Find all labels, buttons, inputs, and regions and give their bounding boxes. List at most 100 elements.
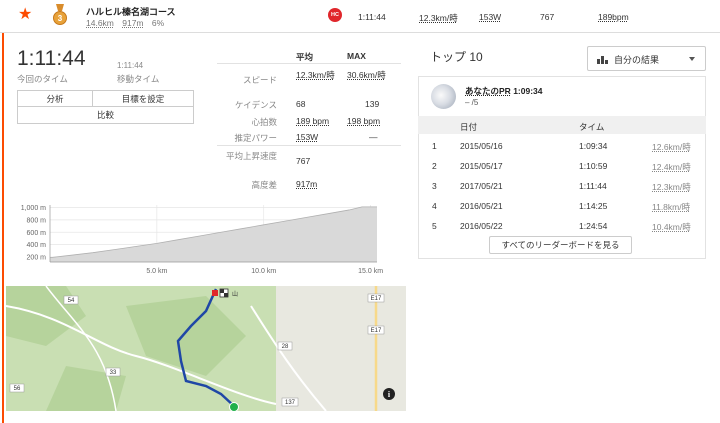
stats-label-heartrate: 心拍数 <box>251 117 277 127</box>
header-speed: 12.3km/時 <box>419 13 458 23</box>
stats-max-heartrate: 198 bpm <box>347 116 381 126</box>
speed-cell: 12.3km/時 <box>652 182 691 192</box>
stats-label-cadence: ケイデンス <box>234 100 277 110</box>
pr-rank: – /5 <box>465 98 479 107</box>
stats-max-power: — <box>369 132 378 142</box>
table-row[interactable]: 2 2015/05/17 1:10:59 12.4km/時 <box>418 156 706 176</box>
x-tick-label: 15.0 km <box>358 268 383 275</box>
segment-name[interactable]: ハルヒル榛名湖コース <box>86 5 176 18</box>
stats-avg-cadence: 68 <box>296 99 306 109</box>
stats-avg-header: 平均 <box>296 52 314 62</box>
segment-distance: 14.6km <box>86 18 114 28</box>
column-header-date: 日付 <box>460 122 478 132</box>
elevation-chart: 1,000 m 800 m 600 m 400 m 200 m 5.0 km 10.0 km… <box>21 205 384 275</box>
time-cell: 1:09:34 <box>579 141 608 151</box>
stats-avg-vam: 767 <box>296 156 311 166</box>
speed-cell: 11.8km/時 <box>652 202 691 212</box>
active-row-marker <box>2 33 4 423</box>
road-label-33: 33 <box>110 370 117 376</box>
x-tick-label: 5.0 km <box>146 268 167 275</box>
date-cell[interactable]: 2016/05/21 <box>460 201 503 211</box>
leaderboard-table-header: 日付 タイム <box>418 116 706 134</box>
speed-cell: 12.6km/時 <box>652 142 691 152</box>
segment-grade: 6% <box>151 18 165 28</box>
stats-avg-heartrate: 189 bpm <box>296 116 330 126</box>
effort-time-label: 今回のタイム <box>17 74 68 84</box>
stats-avg-power: 153W <box>296 132 319 142</box>
date-cell[interactable]: 2015/05/16 <box>460 141 503 151</box>
speed-cell: 10.4km/時 <box>652 222 691 232</box>
y-tick-label: 1,000 m <box>21 205 46 212</box>
time-cell: 1:10:59 <box>579 161 608 171</box>
table-row[interactable]: 3 2017/05/21 1:11:44 12.3km/時 <box>418 176 706 196</box>
stats-label-speed: スピード <box>242 75 277 85</box>
stats-divider <box>217 63 401 64</box>
rank-cell: 5 <box>432 221 437 231</box>
rank-cell: 4 <box>432 201 437 211</box>
stats-label-power: 推定パワー <box>234 133 277 143</box>
date-cell[interactable]: 2015/05/17 <box>460 161 503 171</box>
stats-label-elev-diff: 高度差 <box>251 180 277 190</box>
segment-meta: 14.6km 917m 6% <box>86 18 170 28</box>
pr-time: 1:09:34 <box>513 86 543 96</box>
start-marker <box>229 402 239 411</box>
moving-time-label: 移動タイム <box>117 74 160 84</box>
segment-elevation: 917m <box>122 18 144 28</box>
stats-label-vam: 平均上昇速度 <box>225 151 277 161</box>
rank-cell: 2 <box>432 161 437 171</box>
y-tick-label: 800 m <box>27 217 47 224</box>
y-tick-label: 600 m <box>27 230 47 237</box>
dropdown-label: 自分の結果 <box>614 55 660 65</box>
table-row[interactable]: 4 2016/05/21 1:14:25 11.8km/時 <box>418 196 706 216</box>
stats-max-header: MAX <box>347 51 366 61</box>
table-row[interactable]: 1 2015/05/16 1:09:34 12.6km/時 <box>418 136 706 156</box>
medal-rank: 3 <box>58 14 63 23</box>
stats-max-speed: 30.6km/時 <box>347 70 386 80</box>
time-cell: 1:24:54 <box>579 221 608 231</box>
stats-avg-elev-diff: 917m <box>296 179 318 189</box>
see-all-leaderboards-button[interactable]: すべてのリーダーボードを見る <box>489 236 632 254</box>
moving-time: 1:11:44 <box>117 61 144 70</box>
header-time: 1:11:44 <box>358 12 386 22</box>
road-label-54: 54 <box>68 298 75 304</box>
road-label-28: 28 <box>282 344 289 350</box>
time-cell: 1:14:25 <box>579 201 608 211</box>
analyze-button[interactable]: 分析 <box>18 91 93 107</box>
medal-icon: 3 <box>53 4 67 25</box>
table-row[interactable]: 5 2016/05/22 1:24:54 10.4km/時 <box>418 216 706 236</box>
stats-divider-2 <box>217 145 401 146</box>
speed-cell: 12.4km/時 <box>652 162 691 172</box>
date-cell[interactable]: 2017/05/21 <box>460 181 503 191</box>
stats-avg-speed: 12.3km/時 <box>296 70 335 80</box>
date-cell[interactable]: 2016/05/22 <box>460 221 503 231</box>
effort-time: 1:11:44 <box>17 47 86 70</box>
stats-max-cadence: 139 <box>365 99 380 109</box>
column-header-time: タイム <box>579 122 605 132</box>
road-label-e17-2: E17 <box>371 328 382 334</box>
bar-chart-icon <box>597 56 608 64</box>
rank-cell: 3 <box>432 181 437 191</box>
chevron-down-icon <box>689 57 695 61</box>
map-place-label: 山 <box>232 290 238 298</box>
road-label-137: 137 <box>285 400 296 406</box>
leaderboard-filter-dropdown[interactable]: 自分の結果 <box>587 46 706 71</box>
y-tick-label: 200 m <box>27 255 47 262</box>
hc-category-badge: HC <box>328 8 342 22</box>
y-tick-label: 400 m <box>27 242 47 249</box>
set-goal-button[interactable]: 目標を設定 <box>93 91 193 107</box>
route-map[interactable]: 54 33 56 E17 28 137 E17 山 i <box>6 286 406 411</box>
pr-title: あなたのPR <box>465 86 511 96</box>
leaderboard-title: トップ 10 <box>430 50 483 64</box>
avatar <box>431 84 456 109</box>
star-icon[interactable]: ★ <box>18 4 32 24</box>
compare-button[interactable]: 比較 <box>18 107 193 123</box>
pr-line: あなたのPR 1:09:34 <box>465 85 543 97</box>
elevation-area <box>50 206 377 262</box>
header-power: 153W <box>479 12 502 22</box>
rank-cell: 1 <box>432 141 437 151</box>
road-label-56: 56 <box>14 386 21 392</box>
x-tick-label: 10.0 km <box>251 268 276 275</box>
leaderboard-table: 日付 タイム 1 2015/05/16 1:09:34 12.6km/時 2 2… <box>418 116 706 234</box>
header-elevation-gain: 767 <box>540 12 555 22</box>
time-cell: 1:11:44 <box>579 181 607 191</box>
